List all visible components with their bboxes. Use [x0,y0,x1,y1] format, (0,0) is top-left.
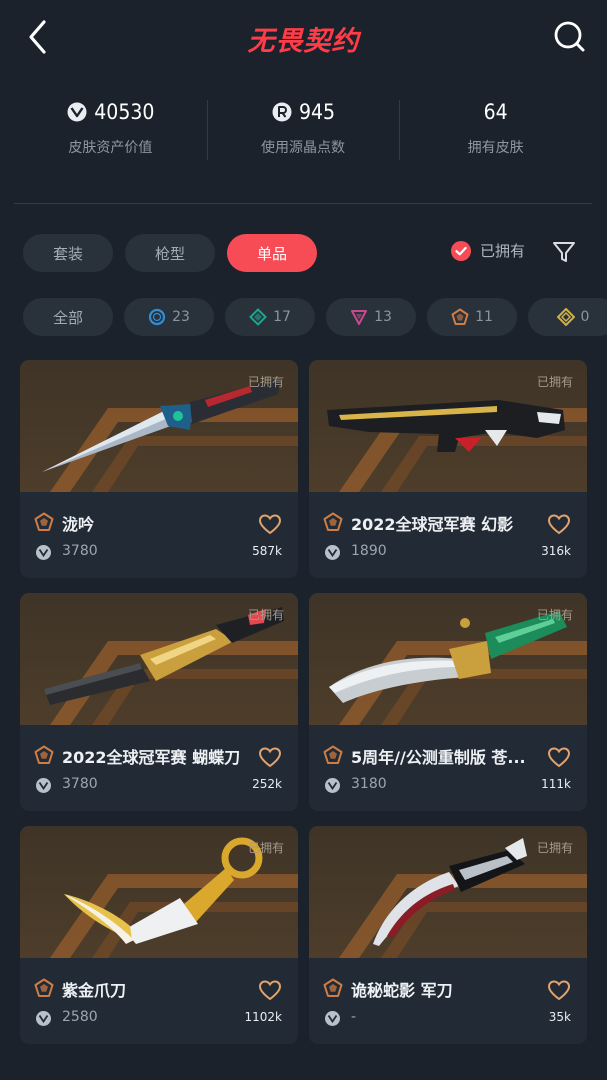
skin-name: 2022全球冠军赛 幻影 [351,515,514,534]
skin-price: 2580 [62,1009,98,1025]
tier-count: 0 [580,309,590,325]
tab-bundles[interactable]: 套装 [23,234,113,272]
category-tabs: 套装 枪型 单品 [23,234,317,272]
checkbox-checked-icon [451,240,471,261]
exclusive-tier-icon [323,978,343,997]
like-count: 35k [548,1010,571,1024]
heart-icon[interactable] [547,746,571,768]
owned-tag: 已拥有 [536,375,573,389]
owned-tag: 已拥有 [247,841,284,855]
tab-weapon-type[interactable]: 枪型 [125,234,215,272]
skin-price: - [351,1009,357,1025]
stat-radianite-points: 945 使用源晶点数 [206,96,400,162]
heart-icon[interactable] [547,513,571,535]
like-count: 587k [252,544,282,558]
stat-skin-value: 40530 皮肤资产价值 [14,96,207,162]
tier-chip-premium[interactable]: 13 [326,298,416,336]
stat-value: 945 [298,100,336,124]
vp-coin-icon [67,102,87,122]
tier-chip-select[interactable]: 23 [124,298,214,336]
skin-card[interactable]: 已拥有 2022全球冠军赛 蝴蝶刀 3780 252k [20,593,298,811]
vp-coin-icon [36,545,51,560]
skin-name: 泷吟 [62,515,95,534]
exclusive-tier-icon [323,745,343,764]
tier-count: 17 [273,309,291,325]
search-button[interactable] [551,18,587,54]
vp-coin-icon [36,778,51,793]
tier-filter-row: 全部 23 17 13 11 0 [23,298,607,338]
tier-count: 23 [172,309,190,325]
owned-tag: 已拥有 [536,841,573,855]
skin-image: 已拥有 [20,826,298,958]
skin-name: 诡秘蛇影 军刀 [351,981,453,1000]
stat-owned-skins: 64 拥有皮肤 [399,96,592,162]
skin-price: 3780 [62,543,98,559]
owned-tag: 已拥有 [247,608,284,622]
owned-filter-toggle[interactable]: 已拥有 [451,240,525,261]
stat-value: 64 [483,100,508,124]
skin-price: 3780 [62,776,98,792]
vp-coin-icon [36,1011,51,1026]
radianite-icon [272,102,292,122]
skin-image: 已拥有 [309,360,587,492]
skin-card[interactable]: 已拥有 2022全球冠军赛 幻影 1890 316k [309,360,587,578]
exclusive-tier-icon [34,978,54,997]
owned-tag: 已拥有 [247,375,284,389]
search-icon [554,21,585,52]
stat-label: 使用源晶点数 [261,140,345,156]
tier-chip-label: 全部 [52,308,83,327]
skin-card[interactable]: 已拥有 泷吟 3780 587k [20,360,298,578]
filter-button[interactable] [551,239,577,265]
skin-name: 紫金爪刀 [62,981,127,1000]
tier-chip-exclusive[interactable]: 11 [427,298,517,336]
like-count: 111k [541,777,571,791]
deluxe-tier-icon [249,308,267,326]
skin-image: 已拥有 [309,593,587,725]
skin-name: 5周年//公测重制版 苍... [351,748,526,767]
tier-count: 11 [475,309,493,325]
like-count: 252k [252,777,282,791]
tier-chip-ultra[interactable]: 0 [528,298,607,336]
skin-image: 已拥有 [20,360,298,492]
vp-coin-icon [325,778,340,793]
account-stats: 40530 皮肤资产价值 945 使用源晶点数 64 拥有皮肤 [14,96,592,162]
exclusive-tier-icon [323,512,343,531]
skin-card[interactable]: 已拥有 5周年//公测重制版 苍... 3180 111k [309,593,587,811]
owned-tag: 已拥有 [536,608,573,622]
stat-label: 皮肤资产价值 [68,140,153,156]
skin-image: 已拥有 [309,826,587,958]
filter-funnel-icon [553,242,575,262]
skin-name: 2022全球冠军赛 蝴蝶刀 [62,748,241,767]
stat-label: 拥有皮肤 [467,140,524,156]
ultra-tier-icon [556,308,575,326]
divider [14,203,592,204]
like-count: 1102k [244,1010,283,1024]
select-tier-icon [148,308,166,326]
app-logo-title: 无畏契约 [247,26,360,57]
heart-icon[interactable] [547,979,571,1001]
premium-tier-icon [351,310,368,325]
vp-coin-icon [325,545,340,560]
skin-price: 3180 [351,776,387,792]
skin-card[interactable]: 已拥有 诡秘蛇影 军刀 - 35k [309,826,587,1044]
tab-single-items[interactable]: 单品 [227,234,317,272]
heart-icon[interactable] [258,513,282,535]
top-bar: 无畏契约 [0,0,607,76]
skin-card[interactable]: 已拥有 紫金爪刀 2580 1102k [20,826,298,1044]
skin-image: 已拥有 [20,593,298,725]
tier-chip-deluxe[interactable]: 17 [225,298,315,336]
stat-value: 40530 [94,100,155,124]
vp-coin-icon [325,1011,340,1026]
like-count: 316k [541,544,571,558]
owned-filter-label: 已拥有 [480,242,526,260]
heart-icon[interactable] [258,979,282,1001]
exclusive-tier-icon [34,512,54,531]
exclusive-tier-icon [34,745,54,764]
exclusive-tier-icon [451,308,469,325]
heart-icon[interactable] [258,746,282,768]
tier-chip-all[interactable]: 全部 [23,298,113,336]
tier-count: 13 [374,309,392,325]
skin-price: 1890 [351,543,387,559]
